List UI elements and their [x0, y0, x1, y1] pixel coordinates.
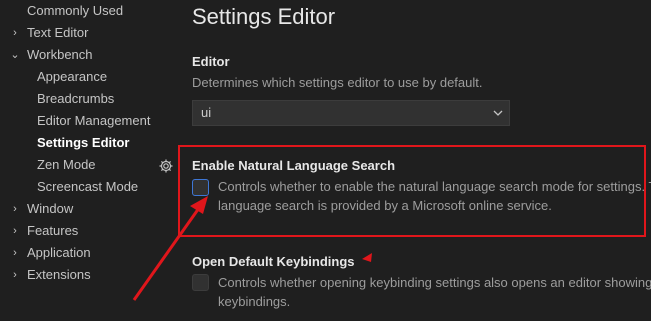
page-title: Settings Editor: [192, 4, 336, 29]
chevron-down-icon: [493, 110, 503, 116]
tree-item-label: Commonly Used: [27, 3, 124, 18]
chevron-right-icon: ›: [13, 225, 17, 237]
editor-select-value: ui: [201, 105, 212, 120]
setting-title-editor: Editor: [192, 54, 230, 69]
chevron-right-icon: ›: [13, 269, 17, 281]
chevron-right-icon: ›: [13, 203, 17, 215]
tree-item-label: Screencast Mode: [37, 179, 139, 194]
tree-item-label: Features: [27, 223, 79, 238]
editor-select[interactable]: ui: [192, 100, 510, 126]
setting-description-editor: Determines which settings editor to use …: [192, 75, 483, 90]
open-default-keybindings-checkbox[interactable]: [192, 274, 209, 291]
gear-icon[interactable]: [158, 158, 174, 174]
tree-item-label: Settings Editor: [37, 135, 130, 150]
tree-item-label: Workbench: [27, 47, 93, 62]
chevron-right-icon: ›: [13, 27, 17, 39]
tree-item-label: Breadcrumbs: [37, 91, 115, 106]
tree-item-label: Editor Management: [37, 113, 151, 128]
tree-item-label: Appearance: [37, 69, 108, 84]
tree-item-label: Text Editor: [27, 25, 89, 40]
setting-description-open-default-keybindings-line1: Controls whether opening keybinding sett…: [218, 275, 651, 290]
tree-item-label: Application: [27, 245, 91, 260]
settings-tree: Commonly Used › Text Editor ⌄ Workbench …: [0, 0, 170, 321]
tree-item-label: Extensions: [27, 267, 91, 282]
chevron-right-icon: ›: [13, 247, 17, 259]
chevron-down-icon: ⌄: [10, 49, 20, 61]
settings-window: Commonly Used › Text Editor ⌄ Workbench …: [0, 0, 651, 321]
setting-description-open-default-keybindings-line2: keybindings.: [218, 294, 291, 309]
annotation-highlight-box: [178, 145, 646, 237]
setting-title-open-default-keybindings: Open Default Keybindings: [192, 254, 355, 269]
tree-item-label: Zen Mode: [37, 157, 96, 172]
tree-item-label: Window: [27, 201, 74, 216]
